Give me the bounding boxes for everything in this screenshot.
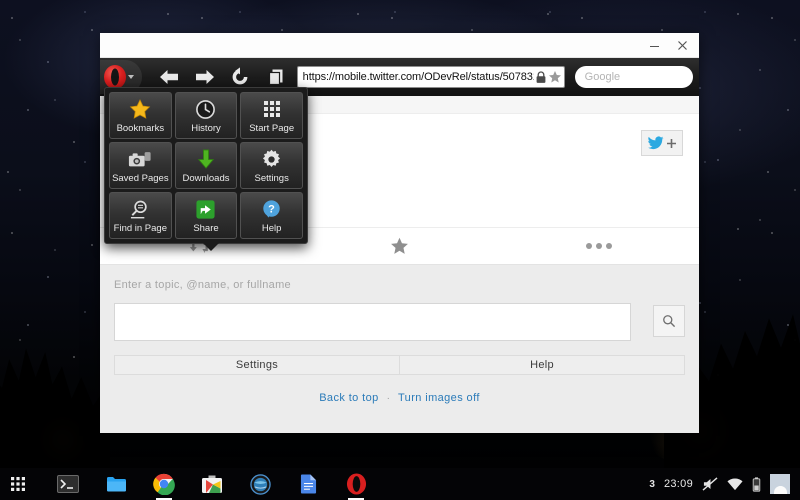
download-arrow-icon <box>196 148 216 170</box>
apps-grid-icon <box>11 477 25 491</box>
plus-icon <box>667 138 676 148</box>
chrome-button[interactable] <box>152 472 176 500</box>
docs-button[interactable] <box>296 472 320 496</box>
files-button[interactable] <box>104 472 128 496</box>
opera-menu-grid: Bookmarks History Start Page Saved Pages… <box>109 92 303 239</box>
desktop: https://mobile.twitter.com/ODevRel/statu… <box>0 0 800 500</box>
opera-icon <box>346 473 366 495</box>
page-button-row: Settings Help <box>114 355 685 375</box>
menu-item-settings[interactable]: Settings <box>240 142 303 189</box>
volume-muted-button[interactable] <box>702 477 718 491</box>
menu-item-label: Downloads <box>182 173 230 184</box>
help-button[interactable]: Help <box>400 355 685 375</box>
chrome-icon <box>153 473 175 495</box>
url-text: https://mobile.twitter.com/ODevRel/statu… <box>302 71 534 83</box>
search-row <box>114 303 685 341</box>
search-bar-placeholder: Google <box>584 71 621 83</box>
menu-item-label: Find in Page <box>113 223 167 234</box>
menu-item-label: Share <box>193 223 219 234</box>
twitter-follow-button[interactable] <box>641 130 683 156</box>
magnifier-icon <box>663 315 676 328</box>
grid-icon <box>263 98 280 120</box>
user-avatar-button[interactable] <box>770 474 790 494</box>
menu-item-history[interactable]: History <box>174 92 238 139</box>
ellipsis-icon <box>586 243 613 249</box>
bookmark-star-icon <box>548 71 561 83</box>
tree-silhouette-left <box>0 348 110 478</box>
battery-button[interactable] <box>752 476 761 492</box>
browser-globe-button[interactable] <box>248 472 272 496</box>
window-titlebar <box>100 33 699 58</box>
menu-item-label: Saved Pages <box>112 173 169 184</box>
battery-icon <box>752 476 761 492</box>
menu-item-downloads[interactable]: Downloads <box>174 142 238 189</box>
browser-globe-icon <box>249 473 271 495</box>
favorite-button[interactable] <box>300 237 500 255</box>
settings-button[interactable]: Settings <box>114 355 400 375</box>
camera-icon <box>128 148 152 170</box>
menu-item-label: Bookmarks <box>116 123 165 134</box>
link-separator: · <box>386 392 390 404</box>
tray-clock[interactable]: 23:09 <box>664 478 693 490</box>
menu-item-help[interactable]: ? Help <box>240 192 303 239</box>
address-bar-icons <box>534 70 562 84</box>
opera-logo-icon <box>104 65 127 89</box>
play-store-button[interactable] <box>200 472 224 496</box>
more-button[interactable] <box>499 243 699 249</box>
taskbar: 3 23:09 <box>0 468 800 500</box>
taskbar-launchers <box>6 472 368 500</box>
system-tray: 3 23:09 <box>649 474 794 494</box>
svg-text:?: ? <box>268 203 275 215</box>
apps-grid-button[interactable] <box>6 472 30 496</box>
lock-icon <box>536 70 546 83</box>
play-store-icon <box>202 475 222 493</box>
page-links-row: Back to top · Turn images off <box>114 392 685 404</box>
magnifier-icon <box>129 198 152 220</box>
opera-button[interactable] <box>344 472 368 500</box>
opera-menu-panel: Bookmarks History Start Page Saved Pages… <box>104 87 308 251</box>
wifi-icon <box>727 478 743 490</box>
menu-item-saved-pages[interactable]: Saved Pages <box>109 142 172 189</box>
chevron-down-icon <box>128 75 135 79</box>
search-bar[interactable]: Google <box>574 66 694 88</box>
window-controls <box>641 33 695 58</box>
question-mark-icon: ? <box>261 198 282 220</box>
menu-item-start-page[interactable]: Start Page <box>240 92 303 139</box>
gear-icon <box>261 148 282 170</box>
terminal-icon <box>57 475 79 493</box>
tray-badge[interactable]: 3 <box>649 479 655 490</box>
clock-icon <box>195 98 216 120</box>
search-label: Enter a topic, @name, or fullname <box>114 279 291 291</box>
avatar-body <box>773 486 787 494</box>
menu-item-label: Help <box>261 223 282 234</box>
page-search-section: Enter a topic, @name, or fullname Settin… <box>100 265 699 433</box>
favorite-star-icon <box>391 237 408 254</box>
wifi-button[interactable] <box>727 478 743 491</box>
files-icon <box>106 477 126 492</box>
star-icon <box>129 98 151 120</box>
close-button[interactable] <box>669 35 695 57</box>
address-bar[interactable]: https://mobile.twitter.com/ODevRel/statu… <box>296 66 565 88</box>
minimize-button[interactable] <box>641 35 667 57</box>
menu-pointer-arrow <box>203 243 219 251</box>
turn-images-off-link[interactable]: Turn images off <box>398 392 480 404</box>
twitter-bird-icon <box>647 136 664 150</box>
share-icon <box>195 198 216 220</box>
back-to-top-link[interactable]: Back to top <box>319 392 378 404</box>
docs-icon <box>300 474 316 494</box>
menu-item-find-in-page[interactable]: Find in Page <box>109 192 172 239</box>
volume-muted-icon <box>702 477 718 491</box>
terminal-button[interactable] <box>56 472 80 496</box>
menu-item-label: Settings <box>254 173 289 184</box>
opera-browser-window: https://mobile.twitter.com/ODevRel/statu… <box>100 33 699 433</box>
search-submit-button[interactable] <box>653 305 685 337</box>
menu-item-share[interactable]: Share <box>174 192 238 239</box>
menu-item-label: Start Page <box>249 123 295 134</box>
wallpaper-glow-left <box>18 410 108 470</box>
menu-item-bookmarks[interactable]: Bookmarks <box>109 92 172 139</box>
topic-search-input[interactable] <box>114 303 631 341</box>
menu-item-label: History <box>191 123 221 134</box>
